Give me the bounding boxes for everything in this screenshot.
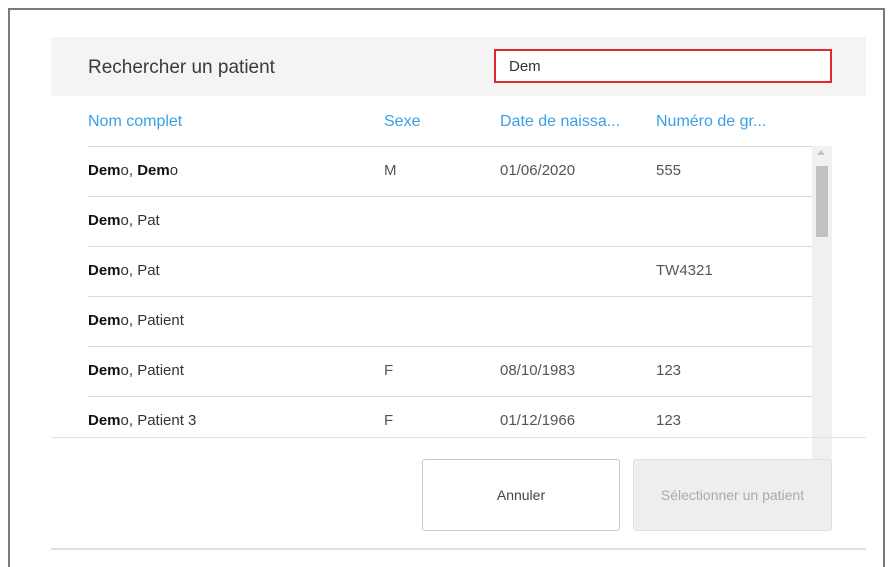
- cell-number: 123: [656, 412, 682, 429]
- name-text: o,: [120, 162, 138, 179]
- dialog-header: Rechercher un patient: [51, 37, 866, 96]
- cell-number: 123: [656, 362, 682, 379]
- cell-sex: M: [384, 162, 397, 179]
- search-input[interactable]: [494, 49, 832, 83]
- match-highlight: Dem: [88, 312, 121, 329]
- match-highlight: Dem: [88, 162, 121, 179]
- name-text: o, Pat: [120, 262, 160, 279]
- match-highlight: Dem: [88, 262, 121, 279]
- cell-name: Demo, Patient 3: [88, 412, 196, 429]
- list-scrollbar[interactable]: [812, 146, 832, 475]
- column-header-sex[interactable]: Sexe: [384, 113, 484, 131]
- cell-number: 555: [656, 162, 682, 179]
- table-row[interactable]: Demo, Demo M 01/06/2020 555: [88, 146, 812, 196]
- table-row[interactable]: Demo, Patient F 08/10/1983 123: [88, 346, 812, 396]
- select-patient-button[interactable]: Sélectionner un patient: [633, 459, 832, 531]
- patient-list: Demo, Demo M 01/06/2020 555 Demo, Pat De…: [88, 146, 812, 475]
- table-row[interactable]: Demo, Patient: [88, 296, 812, 346]
- table-row[interactable]: Demo, Pat: [88, 196, 812, 246]
- column-header-number[interactable]: Numéro de gr...: [656, 113, 806, 131]
- table-row[interactable]: Demo, Pat TW4321: [88, 246, 812, 296]
- footer-divider: [51, 437, 866, 438]
- cell-birthdate: 08/10/1983: [500, 362, 576, 379]
- cell-name: Demo, Pat: [88, 262, 160, 279]
- match-highlight: Dem: [88, 362, 121, 379]
- name-text: o, Patient: [120, 362, 184, 379]
- cell-name: Demo, Patient: [88, 312, 184, 329]
- cell-number: TW4321: [656, 262, 713, 279]
- cell-name: Demo, Patient: [88, 362, 184, 379]
- cell-name: Demo, Demo: [88, 162, 178, 179]
- cell-birthdate: 01/06/2020: [500, 162, 576, 179]
- scrollbar-thumb[interactable]: [816, 166, 828, 237]
- table-row[interactable]: Demo, Patient 3 F 01/12/1966 123: [88, 396, 812, 446]
- cell-birthdate: 01/12/1966: [500, 412, 576, 429]
- column-header-name[interactable]: Nom complet: [88, 113, 308, 131]
- name-text: o, Patient: [120, 312, 184, 329]
- name-text: o, Patient 3: [120, 412, 197, 429]
- cell-name: Demo, Pat: [88, 212, 160, 229]
- column-header-birthdate[interactable]: Date de naissa...: [500, 113, 650, 131]
- patient-search-dialog: Rechercher un patient Nom complet Sexe D…: [51, 37, 866, 550]
- dialog-bottom-edge: [51, 548, 866, 550]
- name-text: o, Pat: [120, 212, 160, 229]
- match-highlight: Dem: [88, 212, 121, 229]
- dialog-title: Rechercher un patient: [88, 57, 275, 78]
- cancel-button[interactable]: Annuler: [422, 459, 620, 531]
- name-text: o: [169, 162, 179, 179]
- cell-sex: F: [384, 412, 394, 429]
- match-highlight: Dem: [137, 162, 170, 179]
- match-highlight: Dem: [88, 412, 121, 429]
- cell-sex: F: [384, 362, 394, 379]
- scroll-up-arrow-icon[interactable]: [817, 150, 825, 155]
